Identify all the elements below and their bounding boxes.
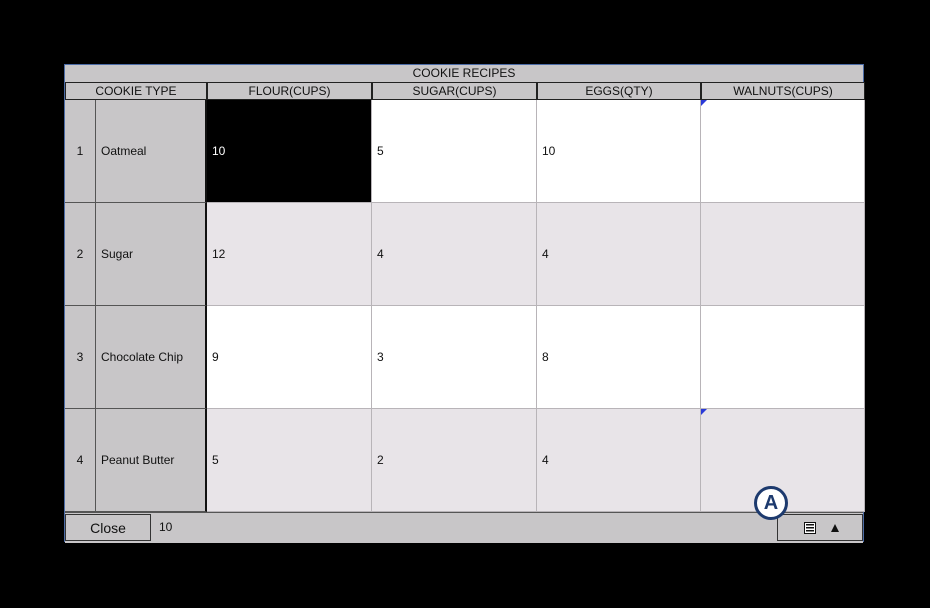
table-row: 1 Oatmeal 10 5 10 <box>65 100 865 203</box>
row-number[interactable]: 1 <box>65 100 96 203</box>
triangle-up-icon[interactable] <box>830 523 840 533</box>
cookie-type-cell[interactable]: Sugar <box>96 203 207 306</box>
column-header-row: COOKIE TYPE FLOUR(CUPS) SUGAR(CUPS) EGGS… <box>65 82 865 100</box>
cookie-recipes-window: COOKIE RECIPES COOKIE TYPE FLOUR(CUPS) S… <box>64 64 865 543</box>
sugar-cell[interactable]: 2 <box>372 409 537 512</box>
table-row: 3 Chocolate Chip 9 3 8 <box>65 306 865 409</box>
bottom-toolbar: Close 10 <box>65 512 863 543</box>
row-number[interactable]: 3 <box>65 306 96 409</box>
recipe-grid: 1 Oatmeal 10 5 10 2 Sugar 12 4 4 3 Choco… <box>65 100 865 512</box>
walnuts-cell[interactable] <box>701 100 865 203</box>
cookie-type-cell[interactable]: Peanut Butter <box>96 409 207 512</box>
cell-value-display: 10 <box>159 520 173 534</box>
walnuts-cell[interactable] <box>701 306 865 409</box>
eggs-cell[interactable]: 4 <box>537 203 701 306</box>
flour-cell[interactable]: 10 <box>207 100 372 203</box>
table-row: 4 Peanut Butter 5 2 4 <box>65 409 865 512</box>
flour-cell[interactable]: 9 <box>207 306 372 409</box>
sugar-cell[interactable]: 3 <box>372 306 537 409</box>
close-button[interactable]: Close <box>65 514 151 541</box>
row-number[interactable]: 4 <box>65 409 96 512</box>
sugar-cell[interactable]: 5 <box>372 100 537 203</box>
sugar-cell[interactable]: 4 <box>372 203 537 306</box>
bottom-tools <box>777 514 863 541</box>
column-header-sugar[interactable]: SUGAR(CUPS) <box>372 82 537 100</box>
cell-comment-marker <box>701 100 707 106</box>
flour-cell[interactable]: 12 <box>207 203 372 306</box>
walnuts-cell[interactable] <box>701 203 865 306</box>
column-header-flour[interactable]: FLOUR(CUPS) <box>207 82 372 100</box>
eggs-cell[interactable]: 4 <box>537 409 701 512</box>
cookie-type-cell[interactable]: Chocolate Chip <box>96 306 207 409</box>
eggs-cell[interactable]: 10 <box>537 100 701 203</box>
window-title: COOKIE RECIPES <box>65 65 863 83</box>
eggs-cell[interactable]: 8 <box>537 306 701 409</box>
keyboard-icon[interactable] <box>804 522 816 534</box>
cell-comment-marker <box>701 409 707 415</box>
cookie-type-cell[interactable]: Oatmeal <box>96 100 207 203</box>
column-header-walnuts[interactable]: WALNUTS(CUPS) <box>701 82 865 100</box>
table-row: 2 Sugar 12 4 4 <box>65 203 865 306</box>
callout-badge: A <box>754 486 788 520</box>
column-header-eggs[interactable]: EGGS(QTY) <box>537 82 701 100</box>
row-number[interactable]: 2 <box>65 203 96 306</box>
flour-cell[interactable]: 5 <box>207 409 372 512</box>
column-header-cookie-type[interactable]: COOKIE TYPE <box>65 82 207 100</box>
